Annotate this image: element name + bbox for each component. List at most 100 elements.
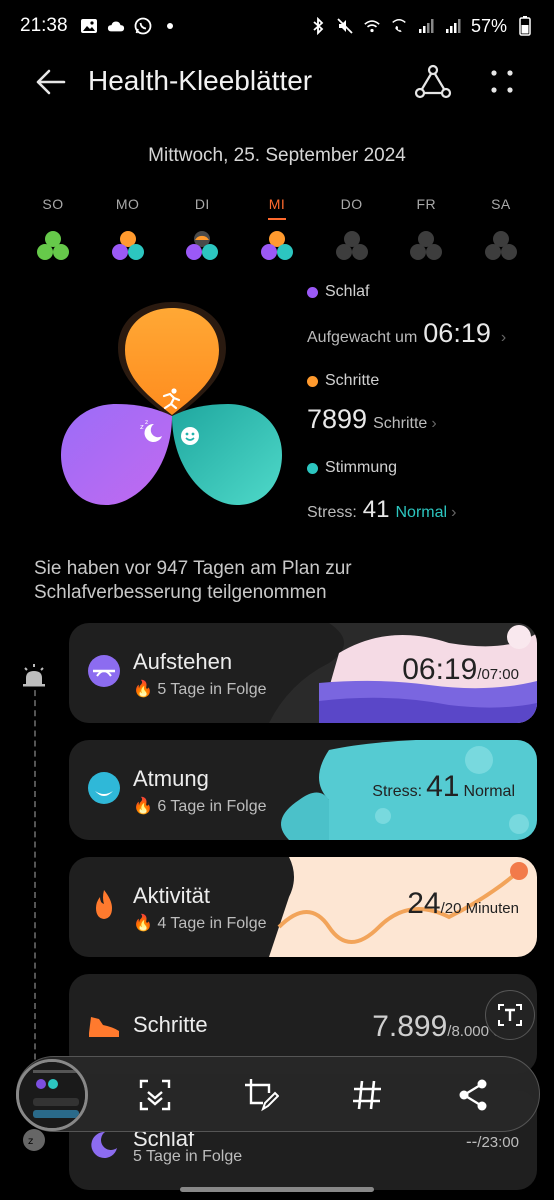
screenshot-thumbnail[interactable]	[16, 1059, 88, 1131]
wake-target: /07:00	[477, 666, 519, 683]
chevron-right-icon: ›	[431, 415, 437, 432]
day-tuesday[interactable]: DI	[165, 196, 239, 262]
smile-icon	[181, 427, 199, 445]
sleep-value-row[interactable]: Aufgewacht um 06:19 ›	[307, 318, 506, 349]
clover-complete-icon	[37, 231, 69, 260]
home-indicator[interactable]	[180, 1187, 374, 1192]
stress-prefix: Stress:	[372, 783, 423, 800]
breathing-icon	[88, 772, 120, 804]
mood-label: Stimmung	[325, 459, 398, 476]
plan-info-text: Sie haben vor 947 Tagen am Plan zur Schl…	[34, 558, 352, 603]
health-clover[interactable]: z z	[56, 300, 288, 510]
steps-value-row[interactable]: 7899 Schritte ›	[307, 404, 437, 435]
mood-category: Stimmung	[307, 456, 397, 480]
card-title: Atmung	[133, 766, 209, 791]
card-streak: 🔥 4 Tage in Folge	[133, 915, 267, 932]
clover-empty-icon	[410, 231, 443, 260]
battery-percentage: 57%	[470, 15, 507, 36]
wifi-icon	[363, 17, 381, 35]
back-arrow-icon[interactable]	[32, 64, 68, 100]
activity-target: /20 Minuten	[440, 900, 519, 917]
wake-icon	[88, 655, 120, 687]
card-value: -- /23:00	[466, 1132, 519, 1152]
day-label: SO	[42, 196, 64, 212]
day-wednesday[interactable]: MI	[240, 196, 314, 262]
clover-partial-icon	[186, 231, 219, 260]
card-streak: 🔥 5 Tage in Folge	[133, 681, 267, 698]
wake-time-value: 06:19	[402, 653, 478, 686]
cloud-icon	[107, 17, 125, 35]
more-icon[interactable]	[486, 64, 518, 100]
chevron-right-icon: ›	[500, 329, 507, 346]
day-label: MI	[268, 196, 286, 212]
steps-unit: Schritte	[373, 415, 428, 432]
day-label: SA	[491, 196, 511, 212]
weekday-selector: SO MO DI MI DO FR SA	[16, 196, 538, 262]
wake-prefix: Aufgewacht um	[307, 329, 418, 346]
page-title: Health-Kleeblätter	[88, 65, 313, 96]
app-bar: Health-Kleeblätter	[0, 52, 554, 112]
streak-text: 6 Tage in Folge	[157, 798, 267, 815]
card-aufstehen[interactable]: Aufstehen 🔥 5 Tage in Folge 06:19 /07:00	[69, 623, 537, 723]
card-value: 24 /20 Minuten	[407, 887, 519, 921]
stress-value: 41	[426, 770, 460, 803]
day-thursday[interactable]: DO	[315, 196, 389, 262]
card-value: Stress: 41 Normal	[372, 770, 519, 804]
sleep-target: /23:00	[477, 1134, 519, 1151]
steps-label: Schritte	[325, 372, 380, 389]
gallery-icon	[80, 17, 98, 35]
day-label: MO	[115, 196, 140, 212]
mood-value-row[interactable]: Stress: 41 Normal ›	[307, 496, 456, 524]
stress-status: Normal	[395, 504, 448, 521]
stress-value: 41	[362, 496, 390, 523]
share-icon[interactable]	[414, 63, 452, 101]
bluetooth-icon	[309, 17, 327, 35]
sleep-value: --	[465, 1132, 478, 1151]
sleep-label: Schlaf	[325, 283, 370, 300]
wifi-call-icon	[390, 17, 408, 35]
stress-status: Normal	[463, 783, 515, 800]
clover-partial-icon	[260, 231, 293, 260]
card-title: Schritte	[133, 1012, 208, 1037]
card-value: 06:19 /07:00	[402, 653, 519, 687]
day-label: DI	[194, 196, 210, 212]
svg-text:z: z	[145, 419, 148, 426]
edit-icon[interactable]	[243, 1077, 279, 1113]
stress-prefix: Stress:	[307, 504, 357, 521]
day-monday[interactable]: MO	[91, 196, 165, 262]
day-sunday[interactable]: SO	[16, 196, 90, 262]
sleep-moon-icon	[91, 1131, 117, 1158]
card-streak: 5 Tage in Folge	[133, 1148, 243, 1165]
card-atmung[interactable]: Atmung 🔥 6 Tage in Folge Stress: 41 Norm…	[69, 740, 537, 840]
steps-count: 7.899	[372, 1010, 448, 1043]
signal-icon	[417, 17, 435, 35]
battery-icon	[516, 16, 534, 36]
clover-empty-icon	[484, 231, 517, 260]
scan-icon[interactable]	[137, 1077, 173, 1113]
share-icon[interactable]	[455, 1077, 491, 1113]
hashtag-icon[interactable]	[349, 1077, 385, 1113]
whatsapp-icon	[134, 17, 152, 35]
activity-minutes: 24	[407, 887, 441, 920]
sleep-category: Schlaf	[307, 280, 369, 304]
day-label: FR	[416, 196, 437, 212]
card-title: Aufstehen	[133, 649, 233, 674]
alarm-icon	[23, 664, 45, 687]
wake-time: 06:19	[423, 318, 491, 348]
card-streak: 🔥 6 Tage in Folge	[133, 798, 267, 815]
text-recognition-button[interactable]	[485, 990, 535, 1040]
status-time: 21:38	[20, 15, 68, 36]
text-recognition-icon	[498, 1004, 522, 1026]
clover-partial-icon	[111, 231, 144, 260]
active-day-indicator	[267, 218, 286, 220]
day-friday[interactable]: FR	[389, 196, 463, 262]
timeline-line	[34, 680, 36, 1120]
notification-dot-icon	[161, 17, 179, 35]
screenshot-toolbar	[16, 1056, 540, 1132]
chevron-right-icon: ›	[451, 504, 457, 521]
signal-2-icon	[444, 17, 462, 35]
svg-text:z: z	[28, 1136, 33, 1147]
day-saturday[interactable]: SA	[464, 196, 538, 262]
card-aktivitaet[interactable]: Aktivität 🔥 4 Tage in Folge 24 /20 Minut…	[69, 857, 537, 957]
status-bar: 21:38 57%	[0, 0, 554, 52]
